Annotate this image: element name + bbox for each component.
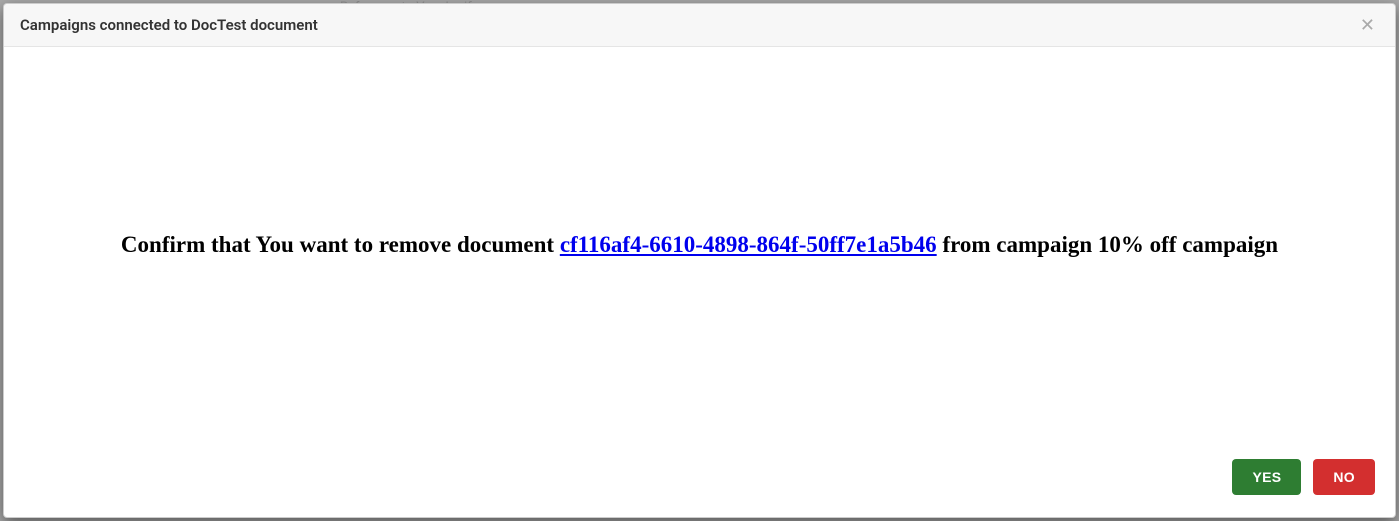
dialog-footer: YES NO [4, 443, 1395, 517]
confirm-middle: from campaign [937, 232, 1098, 257]
dialog-header: Campaigns connected to DocTest document … [4, 4, 1395, 47]
dialog-body: Confirm that You want to remove document… [4, 47, 1395, 443]
document-id-link[interactable]: cf116af4-6610-4898-864f-50ff7e1a5b46 [560, 232, 937, 257]
close-button[interactable]: ✕ [1356, 16, 1379, 34]
dialog-title: Campaigns connected to DocTest document [20, 16, 318, 34]
no-button[interactable]: NO [1313, 459, 1375, 495]
campaign-name: 10% off campaign [1098, 232, 1278, 257]
confirm-dialog: Campaigns connected to DocTest document … [3, 3, 1396, 518]
close-icon: ✕ [1360, 15, 1375, 35]
confirm-message: Confirm that You want to remove document… [121, 229, 1278, 260]
confirm-prefix: Confirm that You want to remove document [121, 232, 560, 257]
yes-button[interactable]: YES [1232, 459, 1301, 495]
